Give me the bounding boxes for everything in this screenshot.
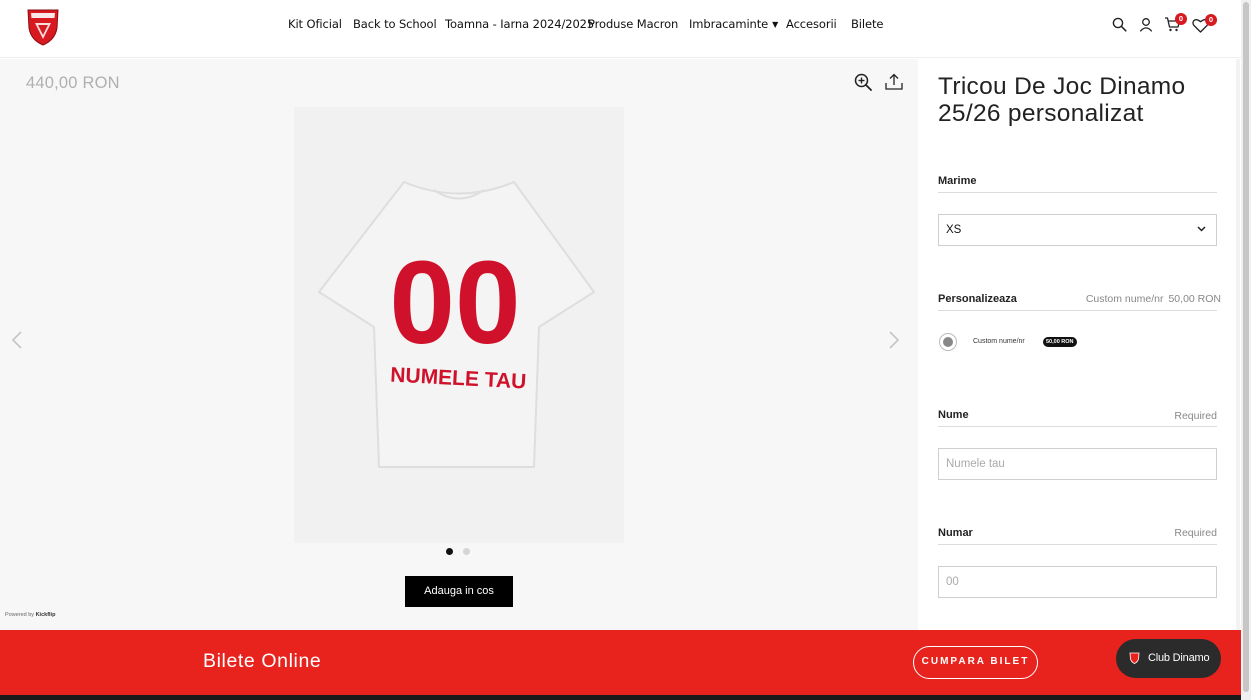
nav-item-produse-macron[interactable]: Produse Macron — [588, 17, 678, 31]
chevron-down-icon — [1197, 226, 1206, 232]
dinamo-logo[interactable] — [25, 6, 61, 46]
add-to-cart-button[interactable]: Adauga in cos — [405, 576, 513, 607]
nav-item-imbracaminte[interactable]: Imbracaminte ▼ — [689, 17, 778, 31]
panel-scrollbar[interactable] — [1236, 59, 1240, 630]
zoom-in-icon[interactable] — [854, 73, 872, 91]
size-select-value: XS — [946, 224, 962, 236]
product-image[interactable]: 00 NUMELE TAU — [294, 107, 624, 543]
product-gallery: 440,00 RON 00 NUMELE TAU Adauga in cos P… — [0, 59, 918, 630]
personalize-summary: Custom nume/nr 50,00 RON — [1081, 293, 1221, 305]
product-title: Tricou De Joc Dinamo 25/26 personalizat — [938, 73, 1186, 127]
share-icon[interactable] — [885, 73, 903, 90]
personalize-option-name: Custom nume/nr — [1085, 293, 1164, 305]
custom-name-price-badge: 50,00 RON — [1043, 337, 1077, 347]
club-crest-icon — [1129, 652, 1140, 664]
name-label: Nume — [938, 409, 969, 421]
custom-name-radio[interactable] — [939, 333, 957, 351]
tickets-banner: Bilete Online CUMPARA BILET Club Dinamo — [0, 630, 1241, 695]
nav-item-accesorii[interactable]: Accesorii — [786, 17, 837, 31]
caret-down-icon: ▼ — [772, 20, 779, 29]
site-header: Kit Oficial Back to School Toamna - Iarn… — [0, 0, 1241, 58]
gallery-price: 440,00 RON — [26, 74, 120, 92]
personalize-option-price: 50,00 RON — [1168, 293, 1221, 305]
powered-by-brand: Kickflip — [35, 612, 56, 618]
page-scrollbar[interactable] — [1241, 0, 1251, 700]
carousel-dot[interactable] — [463, 548, 470, 555]
divider — [938, 426, 1217, 427]
cart-count-badge: 0 — [1175, 13, 1187, 25]
chevron-left-icon[interactable] — [11, 331, 23, 349]
size-label: Marime — [938, 175, 977, 187]
divider — [938, 310, 1217, 311]
name-required: Required — [1174, 410, 1217, 422]
divider — [938, 544, 1217, 545]
search-icon[interactable] — [1112, 17, 1127, 32]
jersey-number: 00 — [389, 237, 520, 369]
powered-by-prefix: Powered by — [5, 612, 35, 618]
number-input[interactable] — [938, 566, 1217, 598]
club-dinamo-label: Club Dinamo — [1148, 652, 1210, 664]
wishlist-count-badge: 0 — [1205, 14, 1217, 26]
user-icon[interactable] — [1139, 17, 1153, 32]
carousel-dot-active[interactable] — [446, 548, 453, 555]
buy-ticket-button[interactable]: CUMPARA BILET — [913, 646, 1038, 679]
jersey-image: 00 NUMELE TAU — [318, 181, 595, 468]
powered-by[interactable]: Powered by Kickflip — [5, 612, 55, 618]
chevron-right-icon[interactable] — [888, 331, 900, 349]
scrollbar-thumb[interactable] — [1243, 2, 1249, 692]
nav-item-kit-oficial[interactable]: Kit Oficial — [288, 17, 342, 31]
name-input[interactable] — [938, 448, 1217, 480]
nav-item-label: Imbracaminte — [689, 17, 769, 31]
nav-item-bilete[interactable]: Bilete — [851, 17, 883, 31]
personalize-label: Personalizeaza — [938, 293, 1017, 305]
custom-name-option-label[interactable]: Custom nume/nr — [973, 338, 1025, 345]
size-select[interactable]: XS — [938, 214, 1217, 246]
number-required: Required — [1174, 527, 1217, 539]
product-options-panel: Tricou De Joc Dinamo 25/26 personalizat … — [918, 59, 1241, 630]
number-label: Numar — [938, 527, 973, 539]
tickets-banner-title: Bilete Online — [203, 650, 322, 672]
page-footer-edge — [0, 695, 1241, 700]
nav-item-back-to-school[interactable]: Back to School — [353, 17, 437, 31]
club-dinamo-button[interactable]: Club Dinamo — [1116, 639, 1221, 678]
divider — [938, 192, 1217, 193]
nav-item-toamna-iarna[interactable]: Toamna - Iarna 2024/2025 — [445, 17, 594, 31]
